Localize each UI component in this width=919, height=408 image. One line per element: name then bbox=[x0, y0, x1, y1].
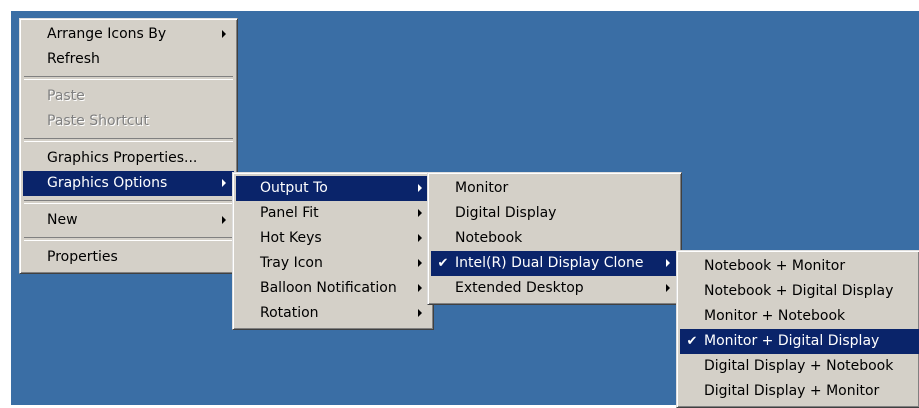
menu-item-monitor-notebook[interactable]: Monitor + Notebook bbox=[680, 304, 919, 329]
menu-item-label: New bbox=[47, 212, 78, 228]
menu-item-label: Extended Desktop bbox=[455, 280, 584, 296]
menu-separator bbox=[24, 237, 233, 241]
menu-item-notebook[interactable]: Notebook bbox=[431, 226, 678, 251]
menu-item-balloon-notification[interactable]: Balloon Notification bbox=[236, 276, 430, 301]
menu-item-label: Output To bbox=[260, 180, 328, 196]
submenu-arrow-icon bbox=[666, 284, 670, 292]
menu-item-paste: Paste bbox=[23, 84, 234, 109]
menu-item-label: Intel(R) Dual Display Clone bbox=[455, 255, 644, 271]
menu-item-label: Monitor + Notebook bbox=[704, 308, 846, 324]
menu-item-label: Notebook + Monitor bbox=[704, 258, 846, 274]
menu-item-panel-fit[interactable]: Panel Fit bbox=[236, 201, 430, 226]
dual-display-clone-submenu: Notebook + Monitor Notebook + Digital Di… bbox=[676, 250, 919, 408]
menu-item-label: Refresh bbox=[47, 51, 100, 67]
submenu-arrow-icon bbox=[418, 259, 422, 267]
menu-item-refresh[interactable]: Refresh bbox=[23, 47, 234, 72]
menu-item-label: Paste bbox=[47, 88, 85, 104]
menu-item-paste-shortcut: Paste Shortcut bbox=[23, 109, 234, 134]
menu-item-dual-display-clone[interactable]: ✔ Intel(R) Dual Display Clone bbox=[431, 251, 678, 276]
graphics-options-submenu: Output To Panel Fit Hot Keys Tray Icon B… bbox=[232, 172, 434, 330]
menu-item-label: Digital Display + Monitor bbox=[704, 383, 880, 399]
menu-item-label: Balloon Notification bbox=[260, 280, 397, 296]
menu-item-label: Rotation bbox=[260, 305, 319, 321]
submenu-arrow-icon bbox=[418, 284, 422, 292]
menu-item-monitor[interactable]: Monitor bbox=[431, 176, 678, 201]
menu-item-notebook-digital-display[interactable]: Notebook + Digital Display bbox=[680, 279, 919, 304]
submenu-arrow-icon bbox=[418, 184, 422, 192]
submenu-arrow-icon bbox=[222, 179, 226, 187]
menu-item-graphics-options[interactable]: Graphics Options bbox=[23, 171, 234, 196]
menu-item-label: Tray Icon bbox=[260, 255, 323, 271]
menu-separator bbox=[24, 200, 233, 204]
menu-item-new[interactable]: New bbox=[23, 208, 234, 233]
menu-item-arrange-icons-by[interactable]: Arrange Icons By bbox=[23, 22, 234, 47]
menu-item-label: Graphics Options bbox=[47, 175, 168, 191]
menu-item-notebook-monitor[interactable]: Notebook + Monitor bbox=[680, 254, 919, 279]
menu-item-label: Notebook bbox=[455, 230, 523, 246]
menu-item-tray-icon[interactable]: Tray Icon bbox=[236, 251, 430, 276]
menu-item-rotation[interactable]: Rotation bbox=[236, 301, 430, 326]
menu-item-digital-display-monitor[interactable]: Digital Display + Monitor bbox=[680, 379, 919, 404]
menu-item-label: Panel Fit bbox=[260, 205, 319, 221]
desktop-context-menu: Arrange Icons By Refresh Paste Paste Sho… bbox=[19, 18, 238, 274]
menu-item-output-to[interactable]: Output To bbox=[236, 176, 430, 201]
submenu-arrow-icon bbox=[418, 309, 422, 317]
submenu-arrow-icon bbox=[418, 234, 422, 242]
checkmark-icon: ✔ bbox=[437, 256, 449, 271]
menu-separator bbox=[24, 138, 233, 142]
menu-item-label: Paste Shortcut bbox=[47, 113, 149, 129]
submenu-arrow-icon bbox=[666, 259, 670, 267]
menu-item-label: Arrange Icons By bbox=[47, 26, 167, 42]
submenu-arrow-icon bbox=[222, 216, 226, 224]
menu-item-label: Notebook + Digital Display bbox=[704, 283, 894, 299]
menu-item-graphics-properties[interactable]: Graphics Properties... bbox=[23, 146, 234, 171]
menu-item-hot-keys[interactable]: Hot Keys bbox=[236, 226, 430, 251]
screen: Arrange Icons By Refresh Paste Paste Sho… bbox=[0, 0, 919, 408]
menu-item-properties[interactable]: Properties bbox=[23, 245, 234, 270]
checkmark-icon: ✔ bbox=[686, 334, 698, 349]
submenu-arrow-icon bbox=[418, 209, 422, 217]
menu-item-label: Monitor bbox=[455, 180, 509, 196]
menu-item-label: Hot Keys bbox=[260, 230, 322, 246]
menu-separator bbox=[24, 76, 233, 80]
menu-item-label: Digital Display + Notebook bbox=[704, 358, 894, 374]
menu-item-digital-display-notebook[interactable]: Digital Display + Notebook bbox=[680, 354, 919, 379]
menu-item-digital-display[interactable]: Digital Display bbox=[431, 201, 678, 226]
menu-item-label: Digital Display bbox=[455, 205, 557, 221]
menu-item-label: Properties bbox=[47, 249, 118, 265]
menu-item-extended-desktop[interactable]: Extended Desktop bbox=[431, 276, 678, 301]
menu-item-label: Monitor + Digital Display bbox=[704, 333, 880, 349]
menu-item-monitor-digital-display[interactable]: ✔ Monitor + Digital Display bbox=[680, 329, 919, 354]
menu-item-label: Graphics Properties... bbox=[47, 150, 198, 166]
output-to-submenu: Monitor Digital Display Notebook ✔ Intel… bbox=[427, 172, 682, 305]
submenu-arrow-icon bbox=[222, 30, 226, 38]
